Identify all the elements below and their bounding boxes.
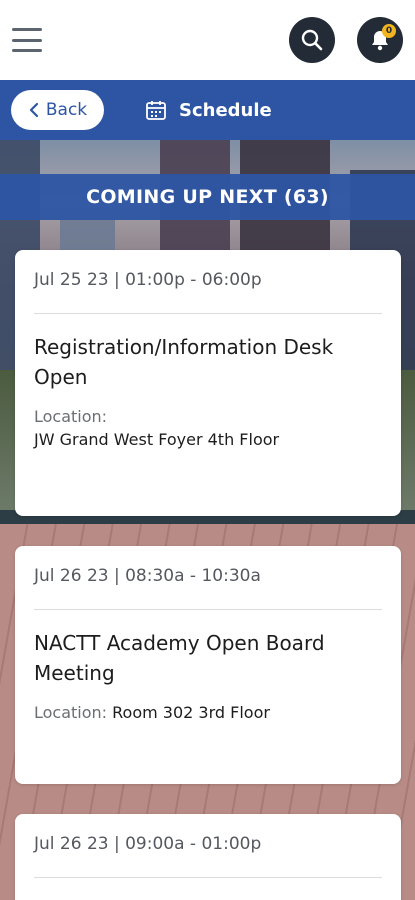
chevron-left-icon — [29, 102, 38, 118]
event-title: NACTT Academy Open Board Meeting — [34, 631, 325, 685]
event-location: Room 302 3rd Floor — [112, 703, 270, 722]
coming-up-heading: COMING UP NEXT (63) — [0, 174, 415, 220]
back-button[interactable]: Back — [11, 90, 104, 130]
event-title: Registration/Information Desk Open — [34, 335, 334, 389]
event-location: JW Grand West Foyer 4th Floor — [34, 430, 280, 449]
event-card[interactable]: Jul 25 23 | 01:00p - 06:00p Registration… — [15, 250, 401, 516]
back-label: Back — [45, 100, 88, 120]
page-title-text: Schedule — [179, 99, 272, 121]
top-actions: 0 — [289, 17, 403, 63]
location-label: Location: — [34, 407, 108, 426]
search-icon — [301, 29, 323, 51]
event-card[interactable]: Jul 26 23 | 08:30a - 10:30a NACTT Academ… — [15, 546, 401, 784]
notifications-button[interactable]: 0 — [357, 17, 403, 63]
location-label: Location: — [34, 703, 108, 722]
page-title: Schedule — [145, 99, 272, 121]
event-date: Jul 26 23 | 08:30a - 10:30a — [34, 546, 382, 610]
notification-count-badge: 0 — [382, 24, 396, 38]
event-card[interactable]: Jul 26 23 | 09:00a - 01:00p — [15, 814, 401, 900]
event-date: Jul 25 23 | 01:00p - 06:00p — [34, 250, 382, 314]
search-button[interactable] — [289, 17, 335, 63]
event-date: Jul 26 23 | 09:00a - 01:00p — [34, 814, 382, 878]
calendar-icon — [146, 101, 166, 120]
top-app-bar: 0 — [0, 0, 415, 80]
schedule-header: Back Schedule — [0, 80, 415, 140]
hamburger-menu-icon[interactable] — [12, 28, 42, 52]
